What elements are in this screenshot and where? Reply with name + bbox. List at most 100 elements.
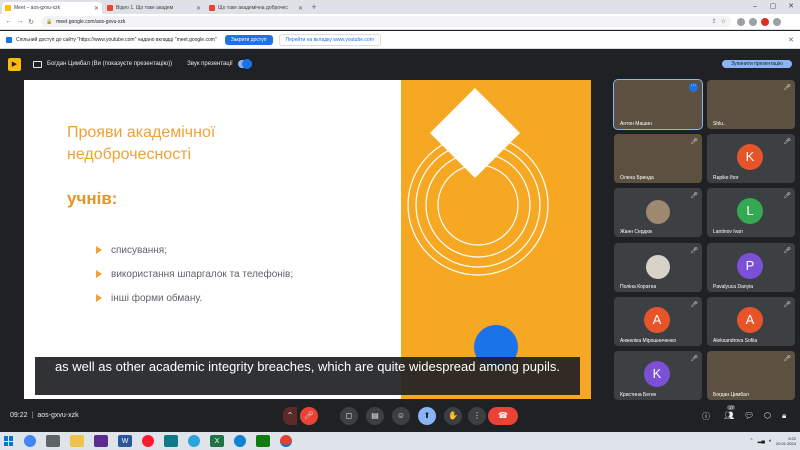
screen: Meet – aos-gxvu-xzk ✕ Відео 1. Що таке а… xyxy=(0,0,800,450)
avatar: K xyxy=(737,144,763,170)
participant-tile[interactable]: ⋯ Антон Машин xyxy=(613,79,703,130)
mic-off-icon: 🎤︎ xyxy=(690,193,698,199)
edge-taskbar-icon[interactable] xyxy=(234,435,246,447)
taskview-taskbar-icon[interactable] xyxy=(46,435,60,447)
participant-tile[interactable]: 🎤︎ K Кристина Бегин xyxy=(614,351,702,400)
chrome-taskbar-icon[interactable] xyxy=(24,435,36,447)
participant-name: Rapike Ihor xyxy=(713,175,739,181)
participant-tile[interactable]: 🎤︎ L Lantinov Ivan xyxy=(707,188,795,237)
tab-label: Відео 1. Що таке академ xyxy=(116,5,174,11)
mic-off-icon: 🎤︎ xyxy=(783,302,791,308)
bullet-text: інші форми обману. xyxy=(111,292,203,304)
avatar: K xyxy=(644,361,670,387)
browser-tab-video[interactable]: Відео 1. Що таке академ ✕ xyxy=(104,2,204,14)
avatar xyxy=(646,200,670,224)
avatar: A xyxy=(737,307,763,333)
participant-name: Lantinov Ivan xyxy=(713,229,743,235)
bullet-item: списування; xyxy=(96,238,293,262)
participant-tile[interactable]: 🎤︎ Олена Бриндa xyxy=(614,134,702,183)
back-icon[interactable]: ← xyxy=(4,18,14,25)
star-icon[interactable]: ☆ xyxy=(721,18,726,25)
profile-avatar[interactable] xyxy=(761,17,769,26)
browser-tab-meet[interactable]: Meet – aos-gxvu-xzk ✕ xyxy=(2,2,102,14)
chat-icon[interactable]: 💬︎ xyxy=(744,411,754,420)
puzzle-icon[interactable] xyxy=(749,17,757,26)
participant-tile[interactable]: 🎤︎ K Rapike Ihor xyxy=(707,134,795,183)
switch-tab-button[interactable]: Перейти на вкладку www.youtube.com xyxy=(278,33,381,46)
volume-icon[interactable]: 🔈︎ xyxy=(769,438,772,444)
meet-control-bar: 09:22 | aos-gxvu-xzk ⌃ 🎤︎ ◻ ▤ ☺ ⬆ ✋ ⋮ ☎ ⓘ … xyxy=(0,400,800,432)
browser-tab-integrity[interactable]: Що таке академічна доброчес ✕ xyxy=(206,2,306,14)
mic-options-chevron-icon[interactable]: ⌃ xyxy=(283,407,297,425)
avatar: A xyxy=(644,307,670,333)
windows-start-icon[interactable] xyxy=(4,436,14,446)
participant-name: Богдан Цимбал xyxy=(713,392,749,398)
tab-sharing-infobar: Спільний доступ до сайту "https://www.yo… xyxy=(0,31,800,49)
close-tab-icon[interactable]: ✕ xyxy=(94,5,99,12)
participant-tile-self[interactable]: 🎤︎ Богдан Цимбал xyxy=(707,351,795,400)
activities-icon[interactable]: ⬡ xyxy=(764,411,771,420)
meet-favicon-icon xyxy=(5,5,11,11)
participant-tile[interactable]: 🎤︎ P Pavalyuca Danyia xyxy=(707,243,795,292)
participant-name: Анжеліка Мірошниченко xyxy=(620,338,677,344)
app-taskbar-icon[interactable] xyxy=(164,435,178,447)
maximize-icon[interactable]: ▢ xyxy=(764,0,782,14)
meeting-info-icon[interactable]: ⓘ xyxy=(702,411,710,422)
infobar-message: Спільний доступ до сайту "https://www.yo… xyxy=(16,36,217,43)
participant-tile[interactable]: 🎤︎ Поліна Коратна xyxy=(614,243,702,292)
participant-count-badge: 17 xyxy=(727,405,736,410)
participant-tile[interactable]: 🎤︎ Shlu.. xyxy=(707,80,795,129)
presentation-sound-toggle[interactable] xyxy=(237,59,252,69)
close-window-icon[interactable]: ✕ xyxy=(782,0,800,14)
stop-presenting-button[interactable]: Зупинити презентацію xyxy=(722,60,792,68)
participant-name: Жанн Сердюк xyxy=(620,229,653,235)
telegram-taskbar-icon[interactable] xyxy=(188,435,200,447)
share-icon[interactable]: ⇪ xyxy=(712,18,717,25)
address-bar[interactable]: 🔒 meet.google.com/aos-gxvu-xzk ⇪ ☆ xyxy=(41,16,731,27)
participant-tile[interactable]: 🎤︎ Жанн Сердюк xyxy=(614,188,702,237)
bullet-text: використання шпаргалок та телефонів; xyxy=(111,268,294,280)
word-taskbar-icon[interactable]: W xyxy=(118,435,132,447)
network-icon[interactable]: ▂▄ xyxy=(758,438,765,444)
stop-sharing-button[interactable]: Закрити доступ xyxy=(224,34,273,45)
participant-tile[interactable]: 🎤︎ A Aleksandrova Sofiia xyxy=(707,297,795,346)
camera-toggle-button[interactable]: ◻ xyxy=(340,407,358,425)
present-now-button[interactable]: ⬆ xyxy=(418,407,436,425)
opera-taskbar-icon[interactable] xyxy=(142,435,154,447)
mic-off-icon: 🎤︎ xyxy=(783,85,791,91)
kebab-menu-icon[interactable] xyxy=(773,17,781,26)
close-tab-icon[interactable]: ✕ xyxy=(298,5,303,12)
taskbar-clock[interactable]: 9:22 20.01.2024 xyxy=(776,436,796,446)
mic-toggle-button[interactable]: 🎤︎ xyxy=(300,407,318,425)
extension-icon[interactable] xyxy=(737,17,745,26)
new-tab-button[interactable]: + xyxy=(309,3,319,13)
tab-label: Meet – aos-gxvu-xzk xyxy=(14,5,61,11)
close-tab-icon[interactable]: ✕ xyxy=(196,5,201,12)
participant-name: Shlu.. xyxy=(713,121,726,127)
reload-icon[interactable]: ↻ xyxy=(26,18,36,26)
clock-date: 20.01.2024 xyxy=(775,441,796,446)
minimize-icon[interactable]: – xyxy=(746,0,764,14)
chrome-active-taskbar-icon[interactable] xyxy=(280,435,292,447)
mic-off-icon: 🎤︎ xyxy=(690,302,698,308)
slide-subtitle: учнів: xyxy=(67,189,118,208)
mic-off-icon: 🎤︎ xyxy=(690,248,698,254)
excel-taskbar-icon[interactable]: X xyxy=(210,435,224,447)
people-icon[interactable]: 👥︎ xyxy=(724,411,734,420)
emoji-reaction-button[interactable]: ☺ xyxy=(392,407,410,425)
store-taskbar-icon[interactable] xyxy=(256,435,270,447)
leave-call-button[interactable]: ☎ xyxy=(488,407,518,425)
viber-taskbar-icon[interactable] xyxy=(94,435,108,447)
raise-hand-button[interactable]: ✋ xyxy=(444,407,462,425)
shared-slide: Прояви академічної недоброчесності учнів… xyxy=(24,80,591,399)
captions-button[interactable]: ▤ xyxy=(366,407,384,425)
lock-icon[interactable]: 🔒 xyxy=(46,19,52,25)
forward-icon[interactable]: → xyxy=(15,18,25,25)
close-infobar-icon[interactable]: ✕ xyxy=(788,36,794,44)
more-options-icon[interactable]: ⋯ xyxy=(689,83,698,92)
participant-tile[interactable]: 🎤︎ A Анжеліка Мірошниченко xyxy=(614,297,702,346)
file-explorer-taskbar-icon[interactable] xyxy=(70,435,84,447)
more-options-button[interactable]: ⋮ xyxy=(468,407,486,425)
host-controls-icon[interactable]: 🔒︎ xyxy=(782,411,786,421)
tray-chevron-icon[interactable]: ⌃ xyxy=(749,438,753,444)
